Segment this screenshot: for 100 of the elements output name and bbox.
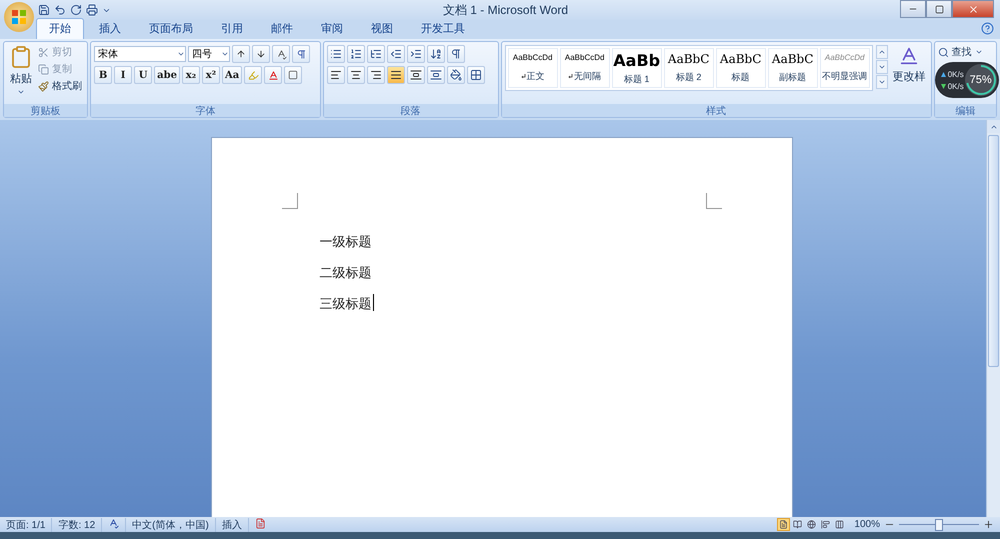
change-styles-button[interactable]: 更改样 <box>890 45 928 101</box>
ribbon-tab[interactable]: 插入 <box>86 18 134 39</box>
align-icon <box>370 69 382 81</box>
font-color-button[interactable] <box>264 66 282 84</box>
style-item[interactable]: AaBbC 副标题 <box>768 48 818 88</box>
sort-button[interactable] <box>426 45 445 63</box>
ribbon-tab[interactable]: 开发工具 <box>408 18 478 39</box>
group-label: 剪贴板 <box>4 104 88 117</box>
style-item[interactable]: AaBbCcDd 无间隔 <box>560 48 610 88</box>
restore-icon <box>934 4 944 14</box>
help-icon <box>981 22 994 35</box>
font-color-icon <box>268 70 279 80</box>
underline-button[interactable]: U <box>134 66 152 84</box>
view-icon <box>835 520 844 529</box>
document-text: 一级标题 <box>320 233 372 251</box>
align-button[interactable] <box>406 66 425 84</box>
show-marks-button[interactable] <box>446 45 465 63</box>
find-button[interactable]: 查找 <box>938 45 983 59</box>
style-item[interactable]: AaBbCcDd 正文 <box>508 48 558 88</box>
style-item[interactable]: AaBbCcDd 不明显强调 <box>820 48 870 88</box>
style-name: 不明显强调 <box>822 70 868 83</box>
zoom-slider-thumb[interactable] <box>935 519 943 531</box>
close-icon <box>968 4 978 14</box>
office-logo-icon <box>11 9 27 25</box>
style-name: 无间隔 <box>574 70 602 83</box>
phonetic-icon <box>296 48 307 60</box>
restore-button[interactable] <box>926 0 952 18</box>
decrease-indent-button[interactable] <box>386 45 405 63</box>
shading-button[interactable] <box>446 66 465 84</box>
zoom-level[interactable]: 100% <box>846 519 884 530</box>
numbering-icon <box>350 48 362 60</box>
proofing-icon[interactable] <box>108 518 120 528</box>
ribbon-tab[interactable]: 审阅 <box>308 18 356 39</box>
clipboard-button[interactable]: 格式刷 <box>38 79 82 93</box>
style-item[interactable]: AaBbC 标题 <box>716 48 766 88</box>
align-icon <box>410 69 422 81</box>
italic-button[interactable]: I <box>114 66 132 84</box>
align-icon <box>330 69 342 81</box>
more-icon <box>878 78 886 86</box>
view-button[interactable] <box>791 518 804 531</box>
paintbrush-icon <box>38 80 49 92</box>
ribbon-tab[interactable]: 视图 <box>358 18 406 39</box>
numbering-button[interactable] <box>346 45 365 63</box>
strikethrough-button[interactable]: abe <box>154 66 180 84</box>
style-name: 副标题 <box>779 71 806 84</box>
office-button[interactable] <box>4 2 34 32</box>
shrink-font-button[interactable] <box>252 45 270 63</box>
save-button[interactable] <box>38 4 50 16</box>
ribbon-tab[interactable]: 页面布局 <box>136 18 206 39</box>
zoom-in-button[interactable] <box>983 519 994 530</box>
view-button[interactable] <box>819 518 832 531</box>
document-text: 三级标题 <box>320 295 372 313</box>
line-spacing-button[interactable] <box>426 66 445 84</box>
zoom-in-icon <box>983 519 994 530</box>
view-button[interactable] <box>805 518 818 531</box>
print-preview-button[interactable] <box>86 4 98 16</box>
view-icon <box>793 520 802 529</box>
gauge-ring <box>964 63 998 97</box>
superscript-button[interactable]: x² <box>202 66 220 84</box>
paragraph-mark-icon <box>568 74 574 79</box>
view-icon <box>779 520 788 529</box>
ribbon-tab[interactable]: 开始 <box>36 18 84 39</box>
font-name-field[interactable]: 宋体 <box>94 46 186 62</box>
style-item[interactable]: AaBb 标题 1 <box>612 48 662 88</box>
bullets-button[interactable] <box>326 45 345 63</box>
align-button[interactable] <box>326 66 345 84</box>
align-button[interactable] <box>386 66 405 84</box>
redo-button[interactable] <box>70 4 82 16</box>
grow-font-button[interactable] <box>232 45 250 63</box>
ribbon-tab[interactable]: 邮件 <box>258 18 306 39</box>
memory-percent: 75% <box>970 74 992 86</box>
window-title: 文档 1 - Microsoft Word <box>442 2 570 18</box>
bold-button[interactable]: B <box>94 66 112 84</box>
line-spacing-icon <box>430 69 442 81</box>
download-speed: 0K/s <box>948 82 964 90</box>
borders-button[interactable] <box>466 66 485 84</box>
char-shading-button[interactable] <box>284 66 302 84</box>
view-button[interactable] <box>777 518 790 531</box>
scrollbar-thumb[interactable] <box>988 135 999 367</box>
align-button[interactable] <box>366 66 385 84</box>
increase-indent-button[interactable] <box>406 45 425 63</box>
subscript-button[interactable]: x₂ <box>182 66 200 84</box>
upload-arrow-icon <box>940 72 946 76</box>
scissors-icon <box>38 46 49 58</box>
font-size-field[interactable]: 四号 <box>188 46 230 62</box>
borders-icon <box>470 69 482 81</box>
clear-format-button[interactable] <box>272 45 290 63</box>
save-icon <box>38 4 50 16</box>
phonetic-button[interactable] <box>292 45 310 63</box>
multilevel-list-button[interactable] <box>366 45 385 63</box>
change-case-button[interactable]: Aa <box>222 66 242 84</box>
style-item[interactable]: AaBbC 标题 2 <box>664 48 714 88</box>
ribbon-tab[interactable]: 引用 <box>208 18 256 39</box>
document-text: 二级标题 <box>320 264 372 282</box>
group-label: 段落 <box>324 104 498 117</box>
undo-button[interactable] <box>54 4 66 16</box>
indent-icon <box>410 48 422 60</box>
paste-button[interactable]: 粘贴 <box>7 45 35 101</box>
view-icon <box>821 520 830 529</box>
align-button[interactable] <box>346 66 365 84</box>
